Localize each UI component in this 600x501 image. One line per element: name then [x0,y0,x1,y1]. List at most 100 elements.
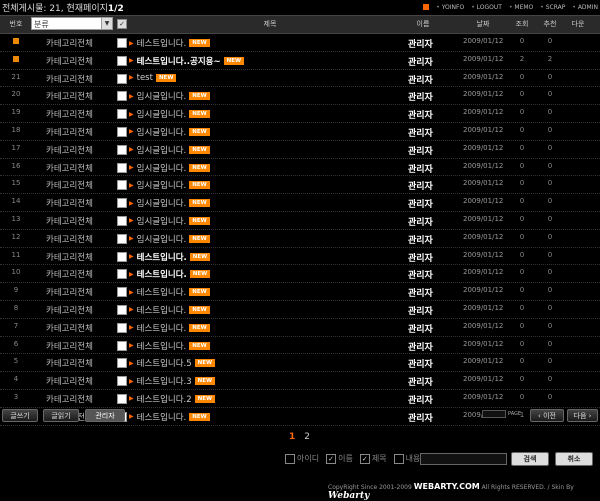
search-input[interactable] [420,453,507,465]
read-button[interactable]: 글읽기 [43,409,79,422]
row-checkbox[interactable] [117,162,127,173]
page-current[interactable]: 1 [289,432,295,442]
admin-button[interactable]: 관리자 [85,409,125,422]
page-input[interactable] [482,410,506,418]
row-title[interactable]: ▶ 테스트입니다. NEW [129,268,211,280]
search-opt-content[interactable]: 내용 [393,453,420,464]
row-checkbox[interactable] [117,233,127,244]
row-author[interactable]: 관리자 [408,286,433,299]
table-row[interactable]: 카테고리전체 ▶ 테스트입니다. NEW 관리자 2009/01/12 0 0 [0,34,600,52]
row-author[interactable]: 관리자 [408,37,433,50]
row-checkbox[interactable] [117,126,127,137]
table-row[interactable]: 18 카테고리전체 ▶ 임시글입니다. NEW 관리자 2009/01/12 0… [0,123,600,141]
table-row[interactable]: 20 카테고리전체 ▶ 임시글입니다. NEW 관리자 2009/01/12 0… [0,87,600,106]
row-title[interactable]: ▶ 테스트입니다.5 NEW [129,357,216,369]
cancel-button[interactable]: 취소 [555,452,593,466]
checkbox[interactable] [393,453,404,464]
row-title[interactable]: ▶ 임시글입니다. NEW [129,108,210,120]
link-yoinfo[interactable]: YOINFO [436,4,465,11]
row-title[interactable]: ▶ 테스트입니다. NEW [129,37,210,49]
table-row[interactable]: 9 카테고리전체 ▶ 테스트입니다. NEW 관리자 2009/01/12 0 … [0,283,600,301]
checkbox[interactable]: ✓ [359,453,370,464]
row-author[interactable]: 관리자 [408,55,433,68]
link-memo[interactable]: MEMO [509,4,533,11]
row-author[interactable]: 관리자 [408,162,433,175]
row-author[interactable]: 관리자 [408,268,433,281]
table-row[interactable]: 4 카테고리전체 ▶ 테스트입니다.3 NEW 관리자 2009/01/12 0… [0,372,600,390]
write-button[interactable]: 글쓰기 [2,409,38,422]
table-row[interactable]: 6 카테고리전체 ▶ 테스트입니다. NEW 관리자 2009/01/12 0 … [0,337,600,355]
checkbox[interactable]: ✓ [326,453,337,464]
checkbox[interactable] [285,453,295,464]
row-checkbox[interactable] [117,198,127,209]
row-checkbox[interactable] [117,287,127,298]
row-author[interactable]: 관리자 [408,251,433,264]
row-title[interactable]: ▶ 테스트입니다..공지용~ NEW [129,55,245,67]
row-title[interactable]: ▶ 테스트입니다.3 NEW [129,375,216,387]
row-author[interactable]: 관리자 [408,411,433,424]
row-checkbox[interactable] [117,180,127,191]
row-checkbox[interactable] [117,340,127,351]
row-title[interactable]: ▶ 임시글입니다. NEW [129,197,210,209]
row-author[interactable]: 관리자 [408,233,433,246]
table-row[interactable]: 14 카테고리전체 ▶ 임시글입니다. NEW 관리자 2009/01/12 0… [0,194,600,212]
search-opt-name[interactable]: ✓ 이름 [326,453,353,464]
row-checkbox[interactable] [117,304,127,315]
row-checkbox[interactable] [117,144,127,155]
table-row[interactable]: 16 카테고리전체 ▶ 임시글입니다. NEW 관리자 2009/01/12 0… [0,159,600,177]
row-author[interactable]: 관리자 [408,197,433,210]
table-row[interactable]: 19 카테고리전체 ▶ 임시글입니다. NEW 관리자 2009/01/12 0… [0,105,600,123]
table-row[interactable]: 17 카테고리전체 ▶ 임시글입니다. NEW 관리자 2009/01/12 0… [0,141,600,159]
row-title[interactable]: ▶ 테스트입니다. NEW [129,286,210,298]
table-row[interactable]: 5 카테고리전체 ▶ 테스트입니다.5 NEW 관리자 2009/01/12 0… [0,354,600,373]
table-row[interactable]: 7 카테고리전체 ▶ 테스트입니다. NEW 관리자 2009/01/12 0 … [0,319,600,337]
row-title[interactable]: ▶ test NEW [129,73,177,83]
row-title[interactable]: ▶ 테스트입니다. NEW [129,304,210,316]
row-checkbox[interactable] [117,376,127,387]
row-author[interactable]: 관리자 [408,322,433,335]
row-checkbox[interactable] [117,358,127,369]
row-checkbox[interactable] [117,73,127,84]
row-author[interactable]: 관리자 [408,215,433,228]
row-author[interactable]: 관리자 [408,73,433,86]
search-opt-title[interactable]: ✓ 제목 [359,453,387,464]
row-author[interactable]: 관리자 [408,393,433,406]
row-author[interactable]: 관리자 [408,108,433,121]
row-title[interactable]: ▶ 테스트입니다. NEW [129,411,210,423]
row-checkbox[interactable] [117,109,127,120]
row-checkbox[interactable] [117,38,127,48]
row-checkbox[interactable] [117,322,127,333]
search-button[interactable]: 검색 [511,452,549,466]
table-row[interactable]: 15 카테고리전체 ▶ 임시글입니다. NEW 관리자 2009/01/12 0… [0,176,600,195]
rss-icon[interactable] [423,4,430,10]
table-row[interactable]: 카테고리전체 ▶ 테스트입니다..공지용~ NEW 관리자 2009/01/12… [0,52,600,70]
row-title[interactable]: ▶ 테스트입니다. NEW [129,340,210,352]
table-row[interactable]: 3 카테고리전체 ▶ 테스트입니다.2 NEW 관리자 2009/01/12 0… [0,390,600,408]
row-checkbox[interactable] [117,91,127,102]
table-row[interactable]: 10 카테고리전체 ▶ 테스트입니다. NEW 관리자 2009/01/12 0… [0,265,600,284]
link-admin[interactable]: ADMIN [572,4,598,11]
category-select[interactable]: 분류 ▼ [31,17,113,30]
row-title[interactable]: ▶ 임시글입니다. NEW [129,162,210,174]
row-checkbox[interactable] [117,393,127,404]
row-title[interactable]: ▶ 임시글입니다. NEW [129,179,210,191]
next-button[interactable]: 다음 › [567,409,598,422]
search-opt-id[interactable]: 아이디 [285,453,319,464]
page-link[interactable]: 2 [304,432,310,442]
row-author[interactable]: 관리자 [408,90,433,103]
table-row[interactable]: 11 카테고리전체 ▶ 테스트입니다. NEW 관리자 2009/01/12 0… [0,248,600,266]
row-checkbox[interactable] [117,215,127,226]
link-scrap[interactable]: SCRAP [540,4,566,11]
row-title[interactable]: ▶ 임시글입니다. NEW [129,90,210,102]
table-row[interactable]: 21 카테고리전체 ▶ test NEW 관리자 2009/01/12 0 0 [0,70,600,88]
row-author[interactable]: 관리자 [408,144,433,157]
row-author[interactable]: 관리자 [408,340,433,353]
row-author[interactable]: 관리자 [408,375,433,388]
row-title[interactable]: ▶ 임시글입니다. NEW [129,144,210,156]
row-title[interactable]: ▶ 테스트입니다.2 NEW [129,393,216,405]
row-author[interactable]: 관리자 [408,357,433,370]
row-checkbox[interactable] [117,251,127,262]
row-author[interactable]: 관리자 [408,126,433,139]
link-logout[interactable]: LOGOUT [471,4,502,11]
row-title[interactable]: ▶ 테스트입니다. NEW [129,322,210,334]
